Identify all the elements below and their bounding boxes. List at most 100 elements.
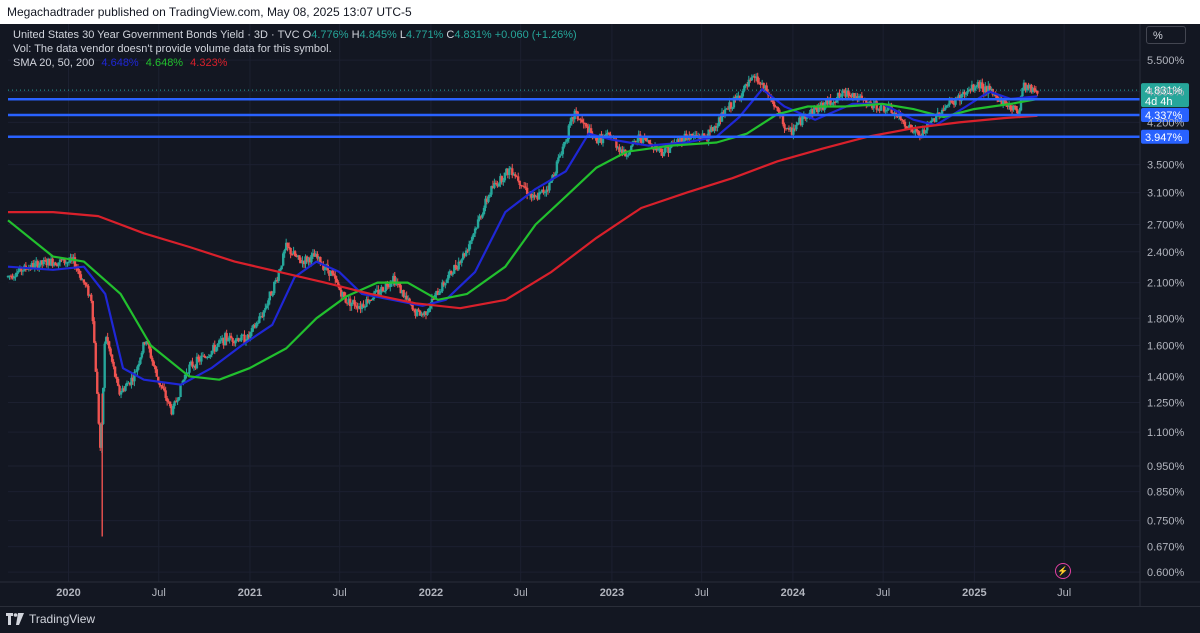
candle-body <box>481 214 484 218</box>
candle-body <box>597 140 600 144</box>
candle-body <box>839 96 843 98</box>
candle-body <box>90 294 93 301</box>
sma-row[interactable]: SMA 20, 50, 200 4.648% 4.648% 4.323% <box>13 56 577 70</box>
candle-body <box>21 270 25 272</box>
y-tick-label: 4.800% <box>1147 87 1185 99</box>
candle-body <box>757 82 761 84</box>
percent-scale-button[interactable]: % <box>1146 26 1186 44</box>
candle-body <box>119 392 123 395</box>
publish-header: Megachadtrader published on TradingView.… <box>0 0 1200 24</box>
candle-body <box>472 233 475 238</box>
candle-body <box>585 124 588 127</box>
candle-body <box>668 147 672 153</box>
candle-body <box>93 321 96 343</box>
high-value: 4.845% <box>359 29 397 41</box>
candle-body <box>777 107 780 112</box>
candle-body <box>124 385 127 391</box>
candle-body <box>335 278 338 283</box>
candle-body <box>563 141 566 147</box>
candle-body <box>497 183 501 187</box>
candle-body <box>332 273 335 276</box>
candle-body <box>331 270 334 274</box>
candle-body <box>176 400 179 402</box>
symbol-name[interactable]: United States 30 Year Government Bonds Y… <box>13 29 300 41</box>
candle-body <box>560 154 563 156</box>
candle-body <box>277 271 280 281</box>
candle-body <box>231 338 234 342</box>
y-tick-label: 4.200% <box>1147 117 1185 129</box>
candle-body <box>350 302 353 307</box>
open-value: 4.776% <box>311 29 349 41</box>
candle-body <box>264 308 267 311</box>
candle-body <box>310 254 313 263</box>
candle-body <box>625 155 629 157</box>
candle-body <box>207 356 211 358</box>
candle-body <box>78 270 81 275</box>
candle-body <box>87 285 90 296</box>
candle-body <box>741 90 745 97</box>
y-tick-label: 1.100% <box>1147 427 1185 439</box>
candle-body <box>555 161 559 174</box>
candle-body <box>183 374 187 380</box>
grid <box>8 24 1140 582</box>
candle-body <box>438 292 441 296</box>
candle-body <box>271 293 274 296</box>
candle-body <box>966 91 969 94</box>
x-tick-label: 2025 <box>962 587 986 599</box>
candle-body <box>96 371 99 394</box>
y-tick-label: 2.400% <box>1147 247 1185 259</box>
y-tick-label: 1.250% <box>1147 398 1185 410</box>
candle-body <box>250 328 254 333</box>
y-tick-label: 2.100% <box>1147 278 1185 290</box>
candle-body <box>875 101 878 110</box>
candle-body <box>1036 90 1039 94</box>
candle-body <box>445 279 449 284</box>
candle-body <box>91 300 94 322</box>
candle-body <box>488 194 492 197</box>
candle-body <box>539 191 542 193</box>
candle-body <box>731 107 734 109</box>
lightning-icon[interactable]: ⚡ <box>1055 563 1071 579</box>
candle-body <box>636 140 639 142</box>
candle-body <box>369 300 373 302</box>
y-tick-label: 0.600% <box>1147 567 1185 579</box>
candle-body <box>363 306 367 308</box>
tradingview-logo[interactable]: TradingView <box>6 612 95 626</box>
candle-body <box>659 148 663 153</box>
candle-body <box>1021 88 1024 97</box>
candle-body <box>945 105 948 108</box>
candle-body <box>830 103 834 105</box>
candle-body <box>482 207 486 215</box>
candle-body <box>912 131 916 133</box>
x-tick-label: 2021 <box>238 587 262 599</box>
candle-body <box>103 343 106 388</box>
candle-body <box>558 155 562 158</box>
candle-body <box>470 237 474 242</box>
candle-body <box>915 129 919 132</box>
candle-body <box>566 139 569 142</box>
candle-body <box>502 180 505 183</box>
footer-bar: TradingView <box>0 606 1200 633</box>
candle-body <box>781 115 785 125</box>
candle-body <box>165 397 169 402</box>
price-chart[interactable]: 4.642%4.337%3.947%4.831%4d 4h 5.500%4.80… <box>0 24 1200 606</box>
candle-body <box>374 290 377 293</box>
time-axis: 2020 Jul 2021 Jul 2022 Jul 2023 Jul 2024 Jul 2025 J… <box>0 581 1200 599</box>
candle-body <box>935 116 938 122</box>
candle-body <box>200 356 203 362</box>
candle-body <box>569 121 572 126</box>
candle-body <box>265 305 269 309</box>
high-label: H <box>351 29 360 41</box>
candle-body <box>885 109 889 111</box>
candle-body <box>450 270 453 274</box>
candle-body <box>115 376 118 379</box>
candle-body <box>902 120 905 122</box>
candle-body <box>517 176 520 181</box>
chart-area[interactable]: 4.642%4.337%3.947%4.831%4d 4h 5.500%4.80… <box>0 24 1200 606</box>
candle-body <box>57 262 60 266</box>
candle-body <box>234 339 237 344</box>
candle-body <box>79 274 83 280</box>
sma-label[interactable]: SMA 20, 50, 200 <box>13 57 94 69</box>
candle-body <box>283 250 286 254</box>
x-tick-label: Jul <box>333 587 347 599</box>
